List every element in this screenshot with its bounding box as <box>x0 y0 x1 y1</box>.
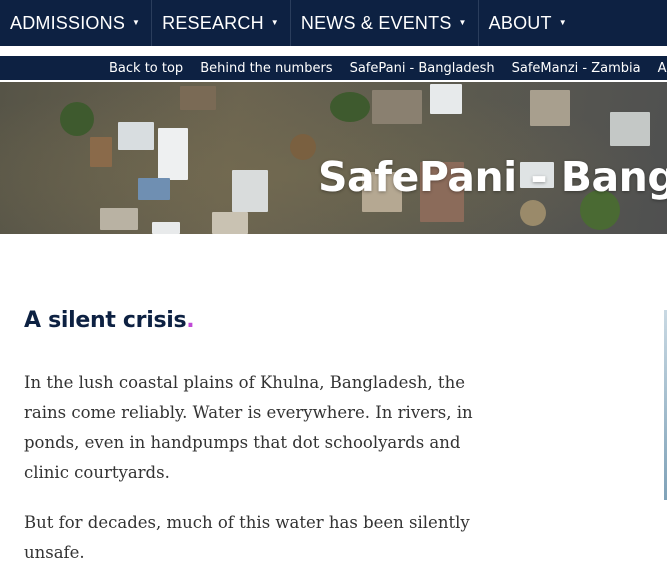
rooftop-shape <box>100 208 138 230</box>
subnav-link-behind-the-numbers[interactable]: Behind the numbers <box>200 61 332 76</box>
page-section-navigation: Back to top Behind the numbers SafePani … <box>0 56 667 80</box>
nav-item-label: ABOUT <box>488 12 552 33</box>
chevron-down-icon: ▼ <box>132 17 141 27</box>
hero-banner: SafePani - Bangladesh <box>0 82 667 234</box>
nav-item-research[interactable]: RESEARCH ▼ <box>152 0 291 46</box>
chevron-down-icon: ▼ <box>458 17 467 27</box>
nav-item-about[interactable]: ABOUT ▼ <box>479 0 578 46</box>
nav-item-label: RESEARCH <box>162 12 264 33</box>
page-title: SafePani - Bangladesh <box>318 153 667 202</box>
tree-shape <box>520 200 546 226</box>
nav-item-admissions[interactable]: ADMISSIONS ▼ <box>0 0 153 46</box>
rooftop-shape <box>232 170 268 212</box>
rooftop-shape <box>212 212 248 234</box>
tree-shape <box>330 92 370 122</box>
rooftop-shape <box>138 178 170 200</box>
subnav-link-safepani-bangladesh[interactable]: SafePani - Bangladesh <box>350 61 495 76</box>
rooftop-shape <box>152 222 180 234</box>
rooftop-shape <box>158 128 188 180</box>
rooftop-shape <box>118 122 154 150</box>
article-paragraph: In the lush coastal plains of Khulna, Ba… <box>24 373 473 482</box>
rooftop-shape <box>430 84 462 114</box>
nav-item-label: ADMISSIONS <box>10 12 126 33</box>
article-body: A silent crisis. In the lush coastal pla… <box>24 308 494 568</box>
rooftop-shape <box>530 90 570 126</box>
nav-item-label: NEWS & EVENTS <box>300 12 452 33</box>
tree-shape <box>290 134 316 160</box>
heading-accent-dot: . <box>186 308 195 333</box>
section-heading: A silent crisis. <box>24 308 494 333</box>
subnav-link-safemanzi-zambia[interactable]: SafeManzi - Zambia <box>512 61 641 76</box>
section-heading-text: A silent crisis <box>24 308 187 333</box>
rooftop-shape <box>610 112 650 146</box>
rooftop-shape <box>180 86 216 110</box>
tree-shape <box>60 102 94 136</box>
main-navigation: ADMISSIONS ▼ RESEARCH ▼ NEWS & EVENTS ▼ … <box>0 0 667 46</box>
subnav-link-back-to-top[interactable]: Back to top <box>109 61 183 76</box>
article-paragraph: But for decades, much of this water has … <box>24 513 470 562</box>
rooftop-shape <box>90 137 112 167</box>
rooftop-shape <box>372 90 422 124</box>
chevron-down-icon: ▼ <box>558 17 567 27</box>
subnav-link-a-global[interactable]: A global R <box>658 61 667 76</box>
chevron-down-icon: ▼ <box>270 17 279 27</box>
nav-item-news-events[interactable]: NEWS & EVENTS ▼ <box>291 0 479 46</box>
